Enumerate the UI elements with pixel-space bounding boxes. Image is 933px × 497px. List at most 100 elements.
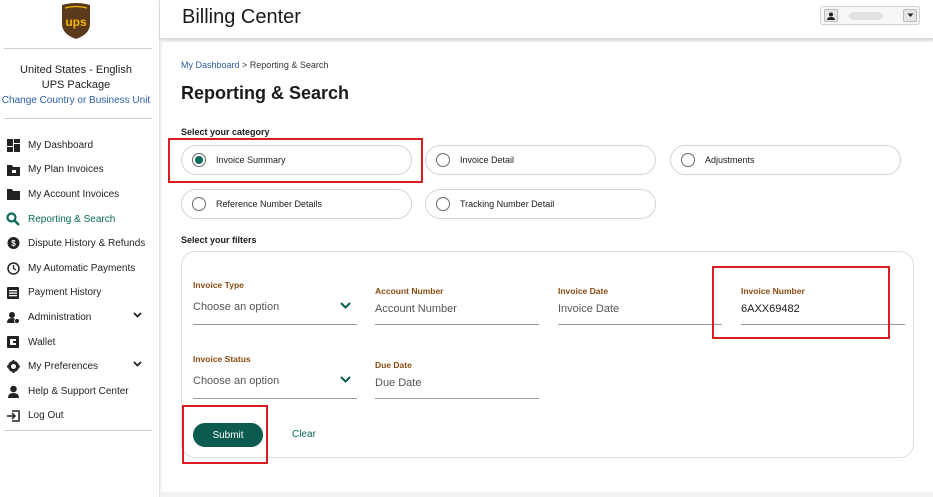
sidebar-item-my-account-invoices[interactable]: My Account Invoices <box>6 182 152 207</box>
sidebar-item-label: Wallet <box>28 336 56 348</box>
field-label: Invoice Type <box>193 280 244 290</box>
breadcrumb-current: Reporting & Search <box>249 60 329 70</box>
select-value: Choose an option <box>193 301 280 313</box>
invoice-type-select[interactable]: Invoice Type Choose an option <box>193 280 357 325</box>
svg-text:$: $ <box>11 239 16 248</box>
sidebar-item-label: My Plan Invoices <box>28 164 104 176</box>
admin-icon <box>6 310 20 324</box>
folder-icon <box>6 163 20 177</box>
sidebar-item-my-preferences[interactable]: My Preferences <box>6 354 152 379</box>
field-label: Invoice Date <box>558 286 609 296</box>
invoice-date-input[interactable]: Invoice Date Invoice Date <box>558 286 722 325</box>
select-value: Choose an option <box>193 375 280 387</box>
clock-icon <box>6 261 20 275</box>
category-option-label: Invoice Detail <box>460 155 515 165</box>
field-label: Due Date <box>375 360 412 370</box>
category-option-label: Reference Number Details <box>216 199 323 209</box>
region-business-unit: UPS Package <box>41 79 111 91</box>
category-tracking-number-detail[interactable]: Tracking Number Detail <box>425 189 656 219</box>
sidebar-item-label: Help & Support Center <box>28 385 129 397</box>
breadcrumb-home-link[interactable]: My Dashboard <box>181 60 240 70</box>
due-date-input[interactable]: Due Date Due Date <box>375 360 539 399</box>
sidebar-item-help-support[interactable]: Help & Support Center <box>6 379 152 404</box>
support-agent-icon <box>6 384 20 398</box>
sidebar-item-label: My Account Invoices <box>28 188 120 200</box>
sidebar-item-reporting-search[interactable]: Reporting & Search <box>6 207 152 232</box>
sidebar-nav: My Dashboard My Plan Invoices My Account… <box>6 133 152 428</box>
sidebar-item-my-plan-invoices[interactable]: My Plan Invoices <box>6 158 152 183</box>
sidebar-item-label: My Dashboard <box>28 139 94 151</box>
sidebar-divider <box>4 118 152 119</box>
ups-logo-text: ups <box>65 15 87 29</box>
list-icon <box>6 286 20 300</box>
category-invoice-detail[interactable]: Invoice Detail <box>425 145 656 175</box>
submit-button[interactable]: Submit <box>193 423 263 447</box>
change-country-link[interactable]: Change Country or Business Unit <box>0 93 152 108</box>
radio-button[interactable] <box>436 153 450 167</box>
input-value: 6AXX69482 <box>741 303 800 315</box>
breadcrumb: My Dashboard > Reporting & Search <box>181 60 328 70</box>
sidebar-item-administration[interactable]: Administration <box>6 305 152 330</box>
field-underline <box>375 398 539 399</box>
filters-panel: Invoice Type Choose an option Account Nu… <box>181 251 914 458</box>
category-reference-number-details[interactable]: Reference Number Details <box>181 189 412 219</box>
main-content: My Dashboard > Reporting & Search Report… <box>162 42 933 492</box>
chevron-down-icon[interactable] <box>340 302 351 309</box>
page-title: Reporting & Search <box>181 83 350 103</box>
sidebar-item-payment-history[interactable]: Payment History <box>6 281 152 306</box>
field-underline <box>193 324 357 325</box>
category-option-label: Invoice Summary <box>216 155 286 165</box>
field-label: Invoice Number <box>741 286 805 296</box>
sidebar-item-log-out[interactable]: Log Out <box>6 404 152 429</box>
clear-button[interactable]: Clear <box>292 429 316 440</box>
input-placeholder: Account Number <box>375 303 457 315</box>
category-option-label: Adjustments <box>705 155 755 165</box>
sidebar-item-dispute-history[interactable]: $ Dispute History & Refunds <box>6 231 152 256</box>
filters-section-label: Select your filters <box>181 235 257 245</box>
sidebar-item-automatic-payments[interactable]: My Automatic Payments <box>6 256 152 281</box>
invoice-status-select[interactable]: Invoice Status Choose an option <box>193 354 357 399</box>
app-title: Billing Center <box>182 6 301 28</box>
chevron-down-icon[interactable] <box>133 361 142 368</box>
field-label: Account Number <box>375 286 444 296</box>
chevron-down-icon[interactable] <box>340 376 351 383</box>
search-icon <box>6 212 20 226</box>
dashboard-icon <box>6 138 20 152</box>
input-placeholder: Invoice Date <box>558 303 620 315</box>
category-option-label: Tracking Number Detail <box>460 199 555 209</box>
region-country: United States - English <box>20 64 132 76</box>
breadcrumb-separator: > <box>239 60 250 70</box>
radio-button[interactable] <box>192 197 206 211</box>
input-placeholder: Due Date <box>375 377 422 389</box>
user-menu[interactable] <box>820 6 920 25</box>
category-adjustments[interactable]: Adjustments <box>670 145 901 175</box>
radio-button-selected[interactable] <box>192 153 206 167</box>
sidebar-divider <box>4 48 152 49</box>
category-invoice-summary[interactable]: Invoice Summary <box>181 145 412 175</box>
sidebar-item-label: Administration <box>28 311 92 323</box>
wallet-icon <box>6 335 20 349</box>
user-icon <box>824 9 838 22</box>
ups-logo[interactable]: ups <box>60 2 92 40</box>
sidebar: ups United States - English UPS Package … <box>0 0 160 497</box>
sidebar-item-my-dashboard[interactable]: My Dashboard <box>6 133 152 158</box>
sidebar-item-label: Payment History <box>28 287 102 299</box>
account-number-input[interactable]: Account Number Account Number <box>375 286 539 325</box>
sidebar-item-label: Reporting & Search <box>28 213 116 225</box>
field-underline <box>741 324 905 325</box>
radio-button[interactable] <box>436 197 450 211</box>
logout-icon <box>6 409 20 423</box>
gear-icon <box>6 360 20 374</box>
radio-button[interactable] <box>681 153 695 167</box>
dollar-bubble-icon: $ <box>6 237 20 251</box>
app-root: ups United States - English UPS Package … <box>0 0 933 497</box>
region-info: United States - English UPS Package Chan… <box>0 63 152 108</box>
document-icon <box>6 187 20 201</box>
sidebar-item-label: Dispute History & Refunds <box>28 238 146 250</box>
chevron-down-icon[interactable] <box>133 312 142 318</box>
sidebar-item-wallet[interactable]: Wallet <box>6 330 152 355</box>
user-name-redacted <box>849 12 883 20</box>
invoice-number-input[interactable]: Invoice Number 6AXX69482 <box>741 286 905 325</box>
chevron-down-icon[interactable] <box>903 9 917 22</box>
field-underline <box>558 324 722 325</box>
